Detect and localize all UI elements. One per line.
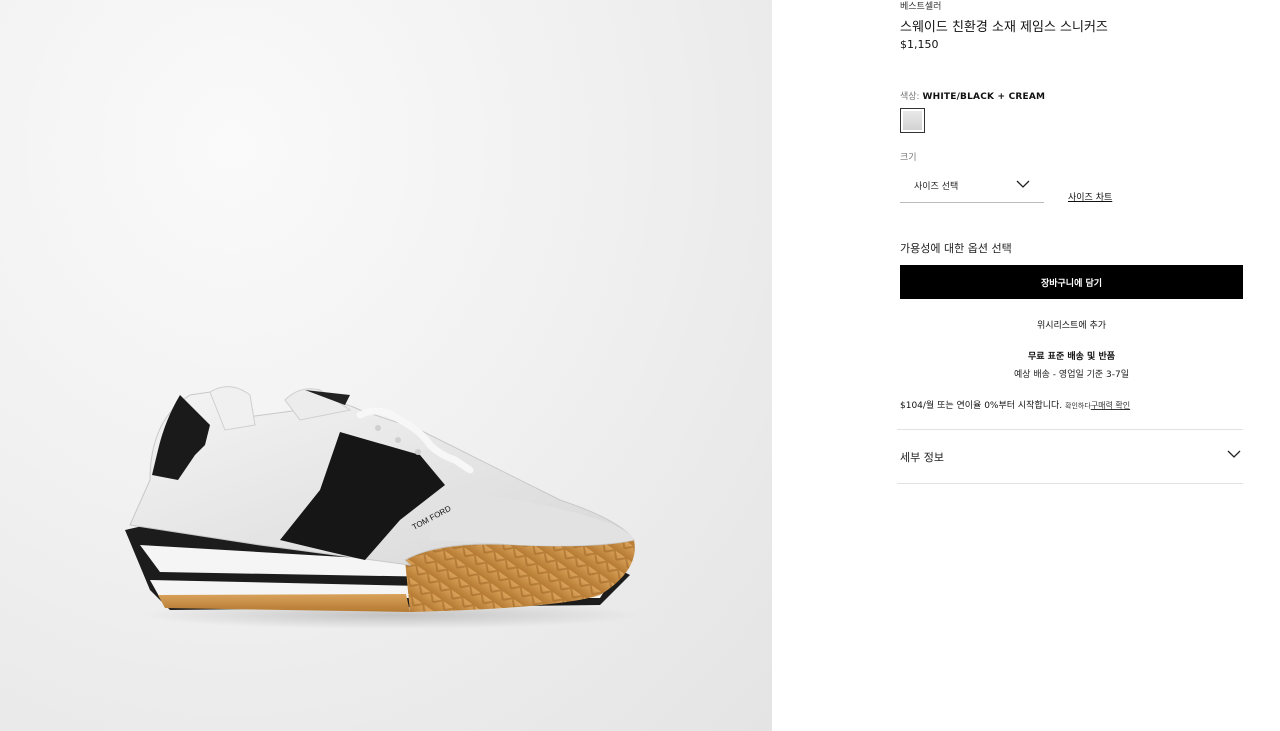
divider [897,483,1243,484]
color-value: WHITE/BLACK + CREAM [922,92,1046,102]
bestseller-label: 베스트셀러 [900,2,942,12]
installment-small: 확인하다 [1065,402,1091,410]
chevron-down-icon [1227,450,1241,458]
swatch-fill [903,111,922,130]
product-title: 스웨이드 친환경 소재 제임스 스니커즈 [900,20,1108,35]
purchasing-power-link[interactable]: 구매력 확인 [1091,401,1130,410]
sneaker-illustration: TOM FORD [125,386,640,629]
installment-info: $104/월 또는 연이율 0%부터 시작합니다. 확인하다구매력 확인 [900,398,1130,411]
size-select[interactable]: 사이즈 선택 [900,170,1044,203]
shipping-subtitle: 예상 배송 - 영업일 기준 3-7일 [1013,370,1130,380]
details-accordion-label: 세부 정보 [900,451,944,464]
details-accordion[interactable]: 세부 정보 [897,431,1243,483]
color-label: 색상: [900,92,923,102]
shipping-title: 무료 표준 배송 및 반품 [1027,352,1116,362]
availability-text: 가용성에 대한 옵션 선택 [900,242,1012,255]
size-select-value: 사이즈 선택 [914,182,959,192]
divider [897,429,1243,430]
installment-text: $104/월 또는 연이율 0%부터 시작합니다. [900,401,1063,411]
add-to-wishlist-button[interactable]: 위시리스트에 추가 [900,318,1243,331]
color-swatch[interactable] [900,108,925,133]
color-row: 색상: WHITE/BLACK + CREAM [900,89,1045,102]
chevron-down-icon [1016,180,1030,188]
product-image[interactable]: TOM FORD [0,0,772,731]
size-label: 크기 [900,153,917,163]
product-price: $1,150 [900,38,939,51]
add-to-cart-button[interactable]: 장바구니에 담기 [900,265,1243,299]
size-chart-link[interactable]: 사이즈 차트 [1068,190,1112,203]
